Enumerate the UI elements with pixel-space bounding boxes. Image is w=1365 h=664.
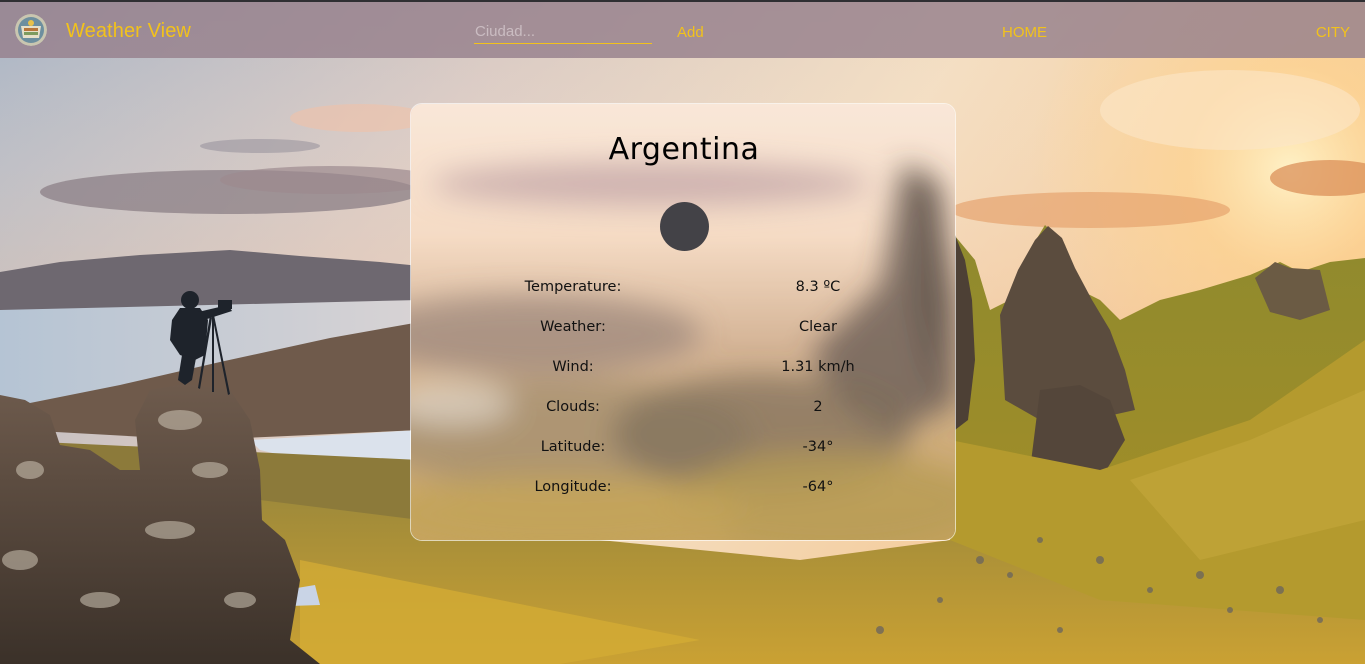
stat-value: 1.31 km/h (781, 359, 855, 375)
top-navbar: Weather View Add HOME CITY (0, 0, 1365, 58)
city-name: Argentina (608, 132, 760, 167)
stat-row-clouds: Clouds: 2 (411, 396, 955, 436)
app-title[interactable]: Weather View (66, 20, 191, 43)
stat-value: 8.3 ºC (795, 279, 841, 295)
stat-value: Clear (799, 319, 837, 335)
stat-label: Longitude: (534, 479, 612, 495)
stat-label: Weather: (540, 319, 606, 335)
stat-value: -64° (802, 479, 834, 495)
nav-home-link[interactable]: HOME (1002, 24, 1047, 41)
stat-value: -34° (802, 439, 834, 455)
stat-row-wind: Wind: 1.31 km/h (411, 356, 955, 396)
add-city-button[interactable]: Add (677, 24, 704, 41)
stat-label: Latitude: (540, 439, 606, 455)
app-logo-icon[interactable] (15, 14, 47, 46)
stat-row-weather: Weather: Clear (411, 316, 955, 356)
stat-row-longitude: Longitude: -64° (411, 476, 955, 516)
stat-row-latitude: Latitude: -34° (411, 436, 955, 476)
nav-city-link[interactable]: CITY (1316, 24, 1350, 41)
stat-value: 2 (813, 399, 823, 415)
stat-label: Clouds: (546, 399, 600, 415)
card-content: Argentina Temperature: 8.3 ºC Weather: C… (411, 104, 955, 540)
weather-stats-list: Temperature: 8.3 ºC Weather: Clear Wind:… (411, 276, 955, 516)
city-search-input[interactable] (474, 22, 652, 44)
weather-card: Argentina Temperature: 8.3 ºC Weather: C… (410, 103, 956, 541)
stat-label: Wind: (552, 359, 594, 375)
stat-label: Temperature: (524, 279, 622, 295)
weather-icon (660, 202, 709, 251)
stat-row-temperature: Temperature: 8.3 ºC (411, 276, 955, 316)
